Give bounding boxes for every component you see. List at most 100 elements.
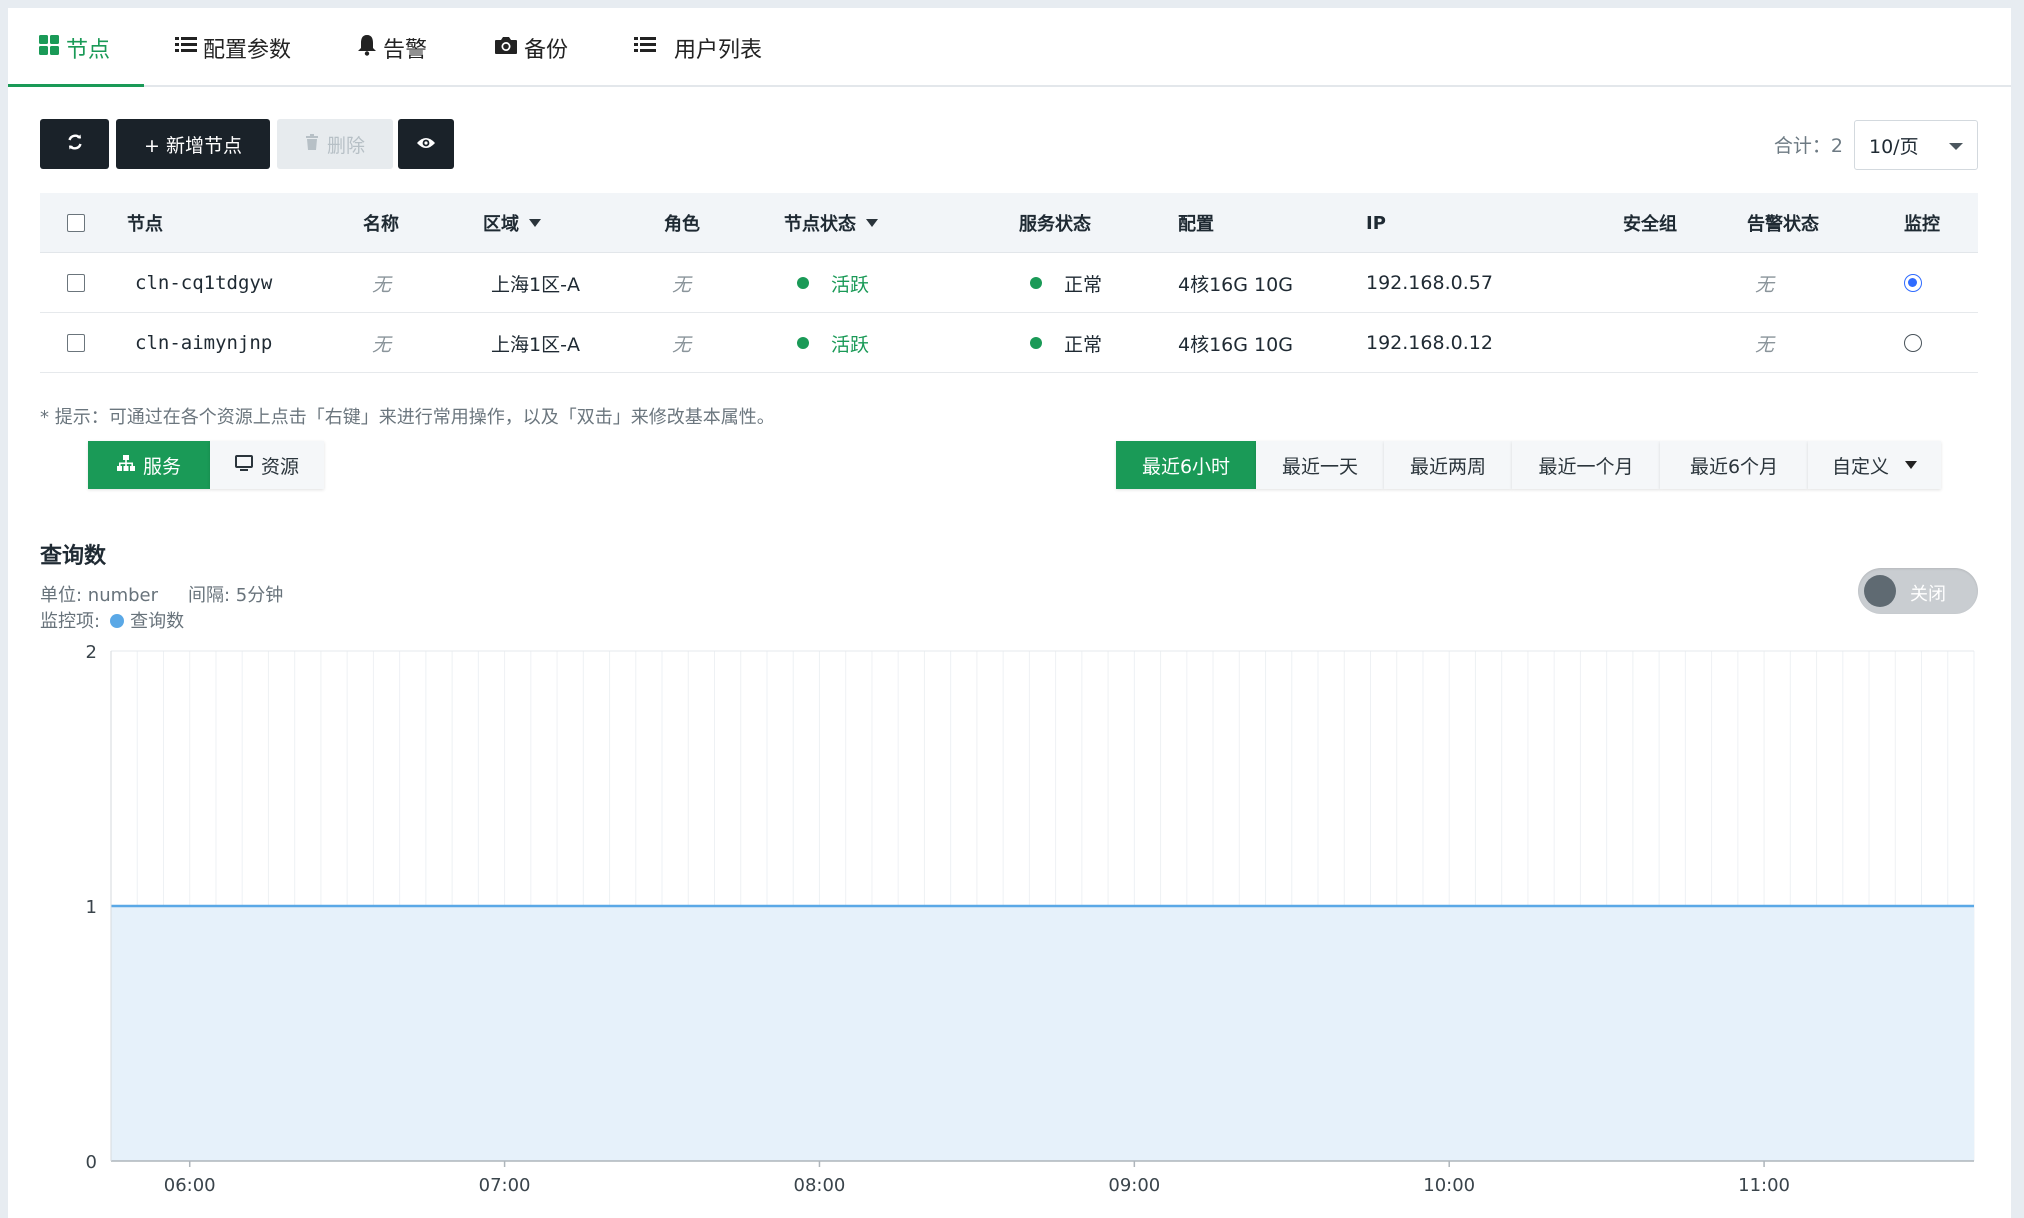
chevron-down-icon bbox=[1949, 143, 1963, 150]
caret-down-icon bbox=[866, 219, 878, 227]
tab-backup[interactable]: 备份 bbox=[494, 8, 568, 87]
select-all-checkbox[interactable] bbox=[67, 193, 85, 253]
add-node-button[interactable]: + 新增节点 bbox=[116, 119, 270, 169]
view-tab-label: 资源 bbox=[260, 455, 299, 478]
chart-title: 查询数 bbox=[40, 544, 107, 569]
status-dot bbox=[1030, 277, 1042, 289]
x-tick-label: 06:00 bbox=[164, 1175, 216, 1196]
header-zone-label: 区域 bbox=[483, 214, 519, 235]
refresh-icon bbox=[66, 133, 84, 156]
header-node: 节点 bbox=[127, 214, 163, 235]
tab-label: 配置参数 bbox=[203, 37, 292, 63]
node-ip: 192.168.0.12 bbox=[1366, 332, 1493, 354]
tab-bar: 节点 配置参数 告警 备份 用户列表 bbox=[8, 8, 2011, 87]
view-tab-service[interactable]: 服务 bbox=[88, 441, 210, 489]
header-config: 配置 bbox=[1178, 214, 1214, 235]
page-size-value: 10/页 bbox=[1869, 135, 1919, 158]
monitor-item-label: 监控项: bbox=[40, 611, 101, 632]
node-role: 无 bbox=[672, 333, 692, 356]
chart-interval: 间隔: 5分钟 bbox=[188, 585, 284, 606]
x-tick-label: 08:00 bbox=[794, 1175, 846, 1196]
tab-label: 备份 bbox=[524, 37, 569, 63]
legend-dot bbox=[110, 614, 125, 628]
tab-label: 节点 bbox=[66, 37, 111, 63]
y-tick-label: 2 bbox=[86, 642, 97, 663]
header-security-group: 安全组 bbox=[1623, 214, 1677, 235]
table-row[interactable]: cln-aimynjnp 无 上海1区-A 无 活跃 正常 4核16G 10G … bbox=[40, 313, 1978, 373]
main-panel: 节点 配置参数 告警 备份 用户列表 + 新增节点 删除 合计：2 10/页 节… bbox=[8, 8, 2011, 1218]
sitemap-icon bbox=[116, 454, 135, 476]
view-tab-resource[interactable]: 资源 bbox=[210, 441, 324, 489]
x-tick-label: 09:00 bbox=[1108, 1175, 1160, 1196]
node-alert-status: 无 bbox=[1755, 333, 1775, 356]
node-status: 活跃 bbox=[797, 313, 869, 373]
service-status-label: 正常 bbox=[1064, 273, 1103, 296]
eye-icon bbox=[416, 133, 436, 155]
node-id[interactable]: cln-aimynjnp bbox=[135, 313, 272, 373]
tab-config-params[interactable]: 配置参数 bbox=[175, 8, 291, 87]
page-size-select[interactable]: 10/页 bbox=[1854, 120, 1978, 170]
service-status: 正常 bbox=[1030, 313, 1102, 373]
toggle-knob bbox=[1864, 575, 1896, 607]
node-name: 无 bbox=[372, 273, 392, 296]
row-checkbox[interactable] bbox=[67, 313, 85, 373]
node-name: 无 bbox=[372, 333, 392, 356]
node-zone: 上海1区-A bbox=[491, 333, 580, 356]
header-monitor: 监控 bbox=[1904, 214, 1940, 235]
total-count: 合计：2 bbox=[1773, 135, 1843, 157]
row-checkbox[interactable] bbox=[67, 253, 85, 313]
range-custom[interactable]: 自定义 bbox=[1808, 441, 1941, 489]
header-service-status: 服务状态 bbox=[1019, 214, 1091, 235]
radio-selected bbox=[1904, 274, 1922, 292]
series-area bbox=[111, 906, 1974, 1161]
x-tick-label: 11:00 bbox=[1738, 1175, 1790, 1196]
monitor-radio[interactable] bbox=[1904, 313, 1922, 373]
delete-button[interactable]: 删除 bbox=[277, 119, 393, 169]
tab-label: 用户列表 bbox=[674, 37, 763, 63]
status-dot bbox=[1030, 337, 1042, 349]
header-node-status[interactable]: 节点状态 bbox=[784, 193, 878, 253]
range-last-month[interactable]: 最近一个月 bbox=[1512, 441, 1660, 489]
trash-icon bbox=[305, 133, 319, 155]
tab-alerts[interactable]: 告警 bbox=[357, 8, 427, 87]
view-columns-button[interactable] bbox=[398, 119, 454, 169]
header-zone[interactable]: 区域 bbox=[483, 193, 541, 253]
list-icon bbox=[175, 35, 197, 61]
monitor-icon bbox=[234, 454, 253, 476]
range-last-6-months[interactable]: 最近6个月 bbox=[1660, 441, 1808, 489]
toggle-label: 关闭 bbox=[1910, 584, 1946, 605]
header-role: 角色 bbox=[664, 214, 700, 235]
table-row[interactable]: cln-cq1tdgyw 无 上海1区-A 无 活跃 正常 4核16G 10G … bbox=[40, 253, 1978, 313]
service-status: 正常 bbox=[1030, 253, 1102, 313]
tab-user-list[interactable]: 用户列表 bbox=[634, 8, 762, 87]
active-tab-indicator bbox=[8, 84, 144, 87]
node-alert-status: 无 bbox=[1755, 273, 1775, 296]
usage-hint: * 提示：可通过在各个资源上点击「右键」来进行常用操作，以及「双击」来修改基本属… bbox=[40, 407, 775, 428]
header-name: 名称 bbox=[363, 214, 399, 235]
node-id[interactable]: cln-cq1tdgyw bbox=[135, 253, 272, 313]
node-config: 4核16G 10G bbox=[1178, 273, 1293, 296]
chart-toggle[interactable]: 关闭 bbox=[1858, 568, 1978, 614]
range-last-two-weeks[interactable]: 最近两周 bbox=[1384, 441, 1512, 489]
x-tick-label: 10:00 bbox=[1423, 1175, 1475, 1196]
caret-down-icon bbox=[1905, 461, 1917, 469]
list-icon bbox=[634, 35, 656, 61]
header-alert-status: 告警状态 bbox=[1747, 214, 1819, 235]
tab-label: 告警 bbox=[383, 37, 428, 63]
delete-label: 删除 bbox=[326, 134, 365, 157]
node-status-label: 活跃 bbox=[831, 333, 870, 356]
chart-unit: 单位: number bbox=[40, 585, 159, 606]
nodes-table: 节点 名称 区域 角色 节点状态 服务状态 配置 IP 安全组 告警状态 监控 … bbox=[40, 193, 1978, 373]
range-last-6-hours[interactable]: 最近6小时 bbox=[1116, 441, 1256, 489]
header-ip: IP bbox=[1366, 212, 1386, 234]
node-status-label: 活跃 bbox=[831, 273, 870, 296]
range-custom-label: 自定义 bbox=[1831, 455, 1889, 478]
chart-legend: 监控项: 查询数 bbox=[40, 607, 184, 633]
caret-down-icon bbox=[529, 219, 541, 227]
y-tick-label: 1 bbox=[86, 897, 97, 918]
refresh-button[interactable] bbox=[40, 119, 109, 169]
monitor-radio[interactable] bbox=[1904, 253, 1922, 313]
tab-nodes[interactable]: 节点 bbox=[38, 8, 110, 87]
node-config: 4核16G 10G bbox=[1178, 333, 1293, 356]
range-last-day[interactable]: 最近一天 bbox=[1256, 441, 1384, 489]
